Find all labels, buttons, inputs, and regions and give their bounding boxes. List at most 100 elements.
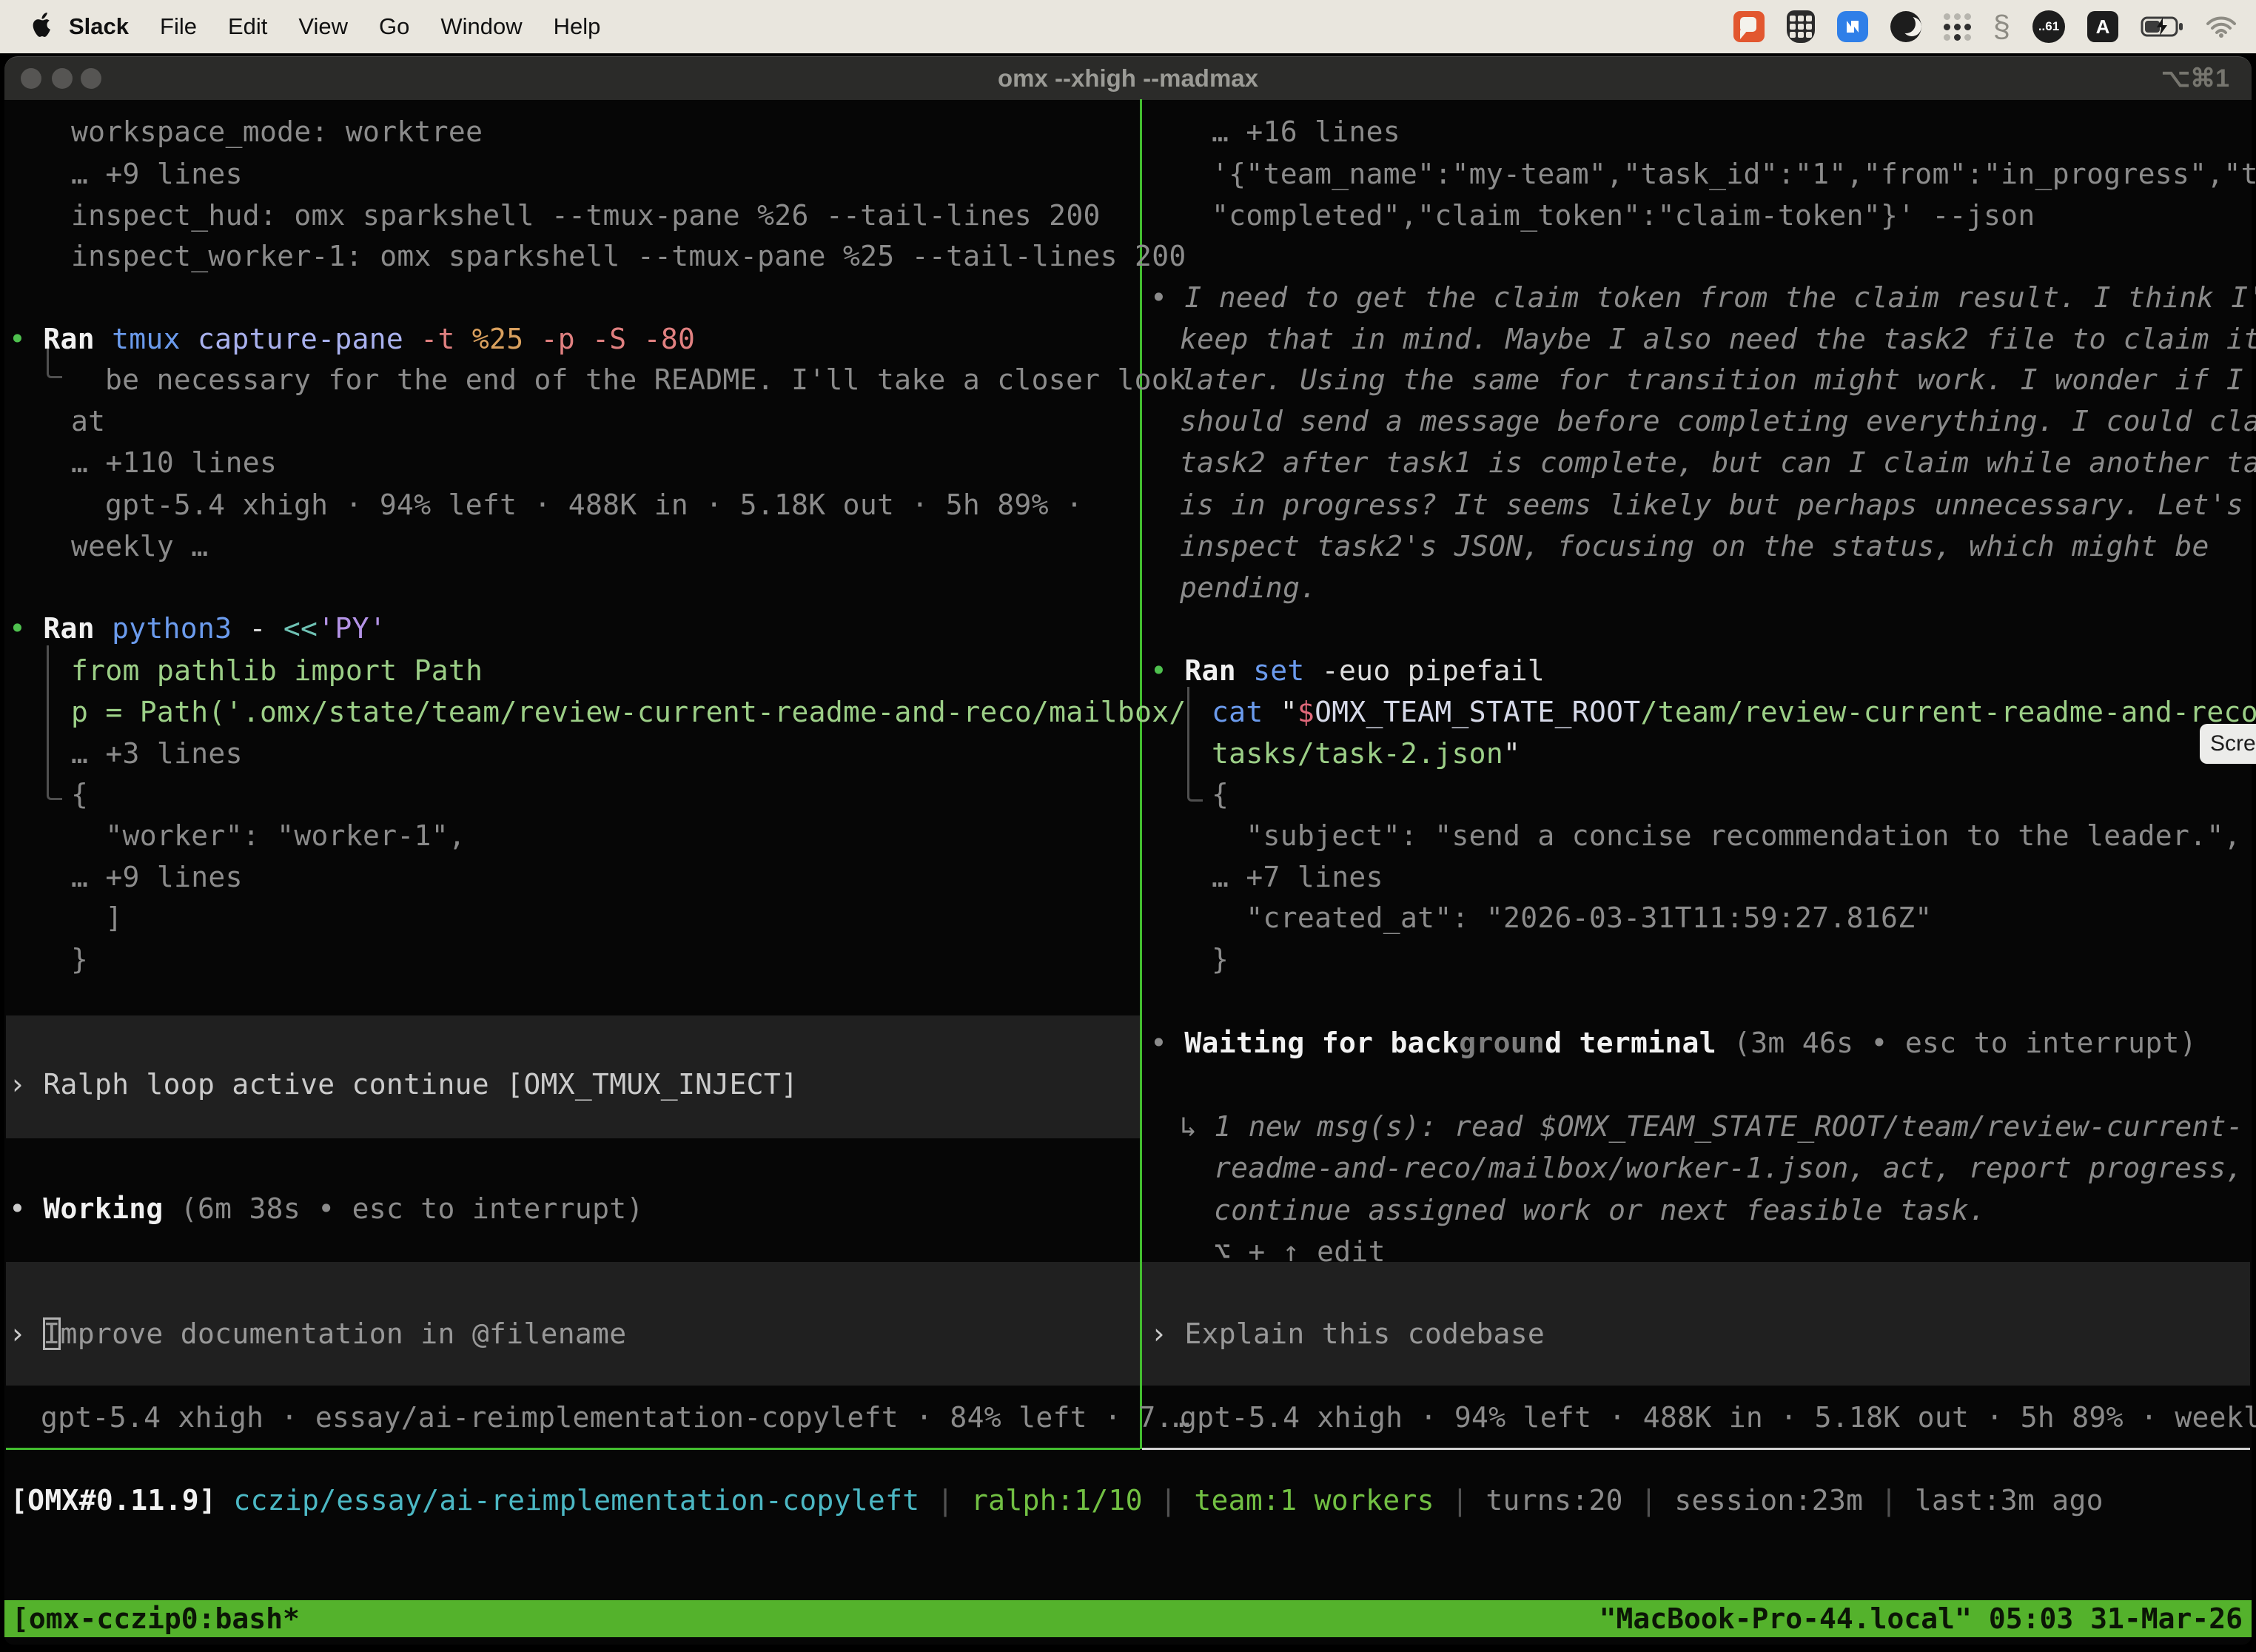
terminal-text-segment: … +7 lines <box>1212 861 1383 893</box>
terminal-text-segment: at <box>71 405 105 437</box>
apple-menu[interactable]: Slack <box>33 13 129 41</box>
shield-grid-icon[interactable] <box>1787 10 1815 43</box>
terminal-text-segment: is in progress? It seems likely but perh… <box>1180 488 2243 521</box>
menu-bar-left: Slack File Edit View Go Window Help <box>0 13 600 41</box>
terminal-text-segment: [OMX#0.11.9] <box>10 1484 216 1517</box>
terminal-text-segment: › <box>1150 1317 1184 1350</box>
terminal-text-segment: Ralph loop active continue [OMX_TMUX_INJ… <box>43 1068 798 1101</box>
terminal-text-segment: gpt-5.4 xhigh · 94% left · 488K in · 5.1… <box>1180 1401 2256 1434</box>
terminal-text-segment: << <box>283 612 318 645</box>
terminal-line: } <box>1212 942 1229 976</box>
terminal-text-segment: | <box>1623 1484 1675 1517</box>
terminal-text-segment: OMX_TEAM_STATE_ROOT <box>1315 696 1640 728</box>
terminal-line: "created_at": "2026-03-31T11:59:27.816Z" <box>1212 901 1932 935</box>
terminal-line: '{"team_name":"my-team","task_id":"1","f… <box>1212 157 2256 191</box>
battery-icon[interactable] <box>2141 16 2183 38</box>
window-titlebar[interactable]: omx --xhigh --madmax ⌥⌘1 <box>4 56 2252 100</box>
terminal-text-segment: • <box>1150 654 1184 687</box>
model-status-left: gpt-5.4 xhigh · essay/ai-reimplementatio… <box>41 1400 1190 1434</box>
terminal-text-segment: groun <box>1459 1027 1545 1059</box>
terminal-text-segment: '{"team_name":"my-team","task_id":"1","f… <box>1212 158 2256 190</box>
terminal-text-segment: - <box>249 612 283 645</box>
terminal-text-segment <box>216 1484 233 1517</box>
terminal-text-segment: task2 after task1 is complete, but can I… <box>1180 446 2256 479</box>
command-ran-set: • Ran set -euo pipefail <box>1150 654 1545 688</box>
terminal-text-segment: should send a message before completing … <box>1180 405 2256 437</box>
terminal-line: continue assigned work or next feasible … <box>1214 1193 1986 1227</box>
terminal-text-segment: Explain this codebase <box>1184 1317 1545 1350</box>
terminal-text-segment: /team/review-current-readme-and-reco/ <box>1640 696 2256 728</box>
chat-app-icon[interactable] <box>1733 11 1765 42</box>
tmux-session-label: [omx-cczip0:bash* <box>4 1602 300 1635</box>
percent-badge-icon[interactable]: ..61 <box>2032 10 2065 43</box>
terminal-line: from pathlib import Path <box>71 654 483 688</box>
terminal-text-segment: Ran <box>1184 654 1253 687</box>
terminal-line: ] <box>71 901 123 935</box>
terminal-text-segment: readme-and-reco/mailbox/worker-1.json, a… <box>1214 1152 2243 1184</box>
terminal-text-segment: ralph:1/10 <box>971 1484 1143 1517</box>
terminal-line: task2 after task1 is complete, but can I… <box>1180 446 2256 480</box>
menu-item-edit[interactable]: Edit <box>228 13 267 40</box>
thinking-text: • I need to get the claim token from the… <box>1150 281 2256 315</box>
waiting-status: • Waiting for background terminal (3m 46… <box>1150 1026 2197 1060</box>
terminal-text-segment: workspace_mode: worktree <box>71 115 483 148</box>
menu-item-go[interactable]: Go <box>379 13 409 40</box>
prompt-placeholder-left: › Improve documentation in @filename <box>9 1317 626 1351</box>
terminal-text-segment: • <box>9 612 43 645</box>
terminal-text-segment: -euo pipefail <box>1322 654 1545 687</box>
terminal-text-segment: turns:20 <box>1485 1484 1622 1517</box>
menu-item-window[interactable]: Window <box>440 13 522 40</box>
crescent-icon[interactable] <box>1890 11 1921 42</box>
menu-item-view[interactable]: View <box>298 13 348 40</box>
command-ran-python3: • Ran python3 - <<'PY' <box>9 611 386 645</box>
model-status-right: gpt-5.4 xhigh · 94% left · 488K in · 5.1… <box>1180 1400 2256 1434</box>
terminal-line: … +7 lines <box>1212 860 1383 894</box>
terminal-text-segment: I need to get the claim token from the c… <box>1184 281 2256 314</box>
terminal-text-segment: Waiting for back <box>1184 1027 1459 1059</box>
tmux-status-bar: [omx-cczip0:bash* "MacBook-Pro-44.local"… <box>4 1600 2252 1637</box>
terminal-text-segment: session:23m <box>1674 1484 1863 1517</box>
prompt-placeholder-right: › Explain this codebase <box>1150 1317 1545 1351</box>
dots-grid-icon[interactable] <box>1944 13 1971 41</box>
terminal-text-segment: { <box>1212 778 1229 810</box>
terminal-text-segment: p = Path('.omx/state/team/review-current… <box>71 696 1186 728</box>
terminal-text-segment: | <box>1863 1484 1915 1517</box>
menu-item-file[interactable]: File <box>160 13 197 40</box>
desktop-screen: { "colors": { "pane_border_active": "#43… <box>0 0 2256 1652</box>
blue-badge-icon[interactable] <box>1837 11 1868 42</box>
input-source-icon[interactable]: A <box>2087 11 2118 42</box>
tmux-pane-divider[interactable] <box>1140 99 1142 1449</box>
terminal-text-segment: 'PY' <box>318 612 386 645</box>
terminal-text-segment: | <box>919 1484 971 1517</box>
s-curve-icon[interactable]: § <box>1993 11 2010 42</box>
terminal-text-segment: (3m 46s • esc to interrupt) <box>1733 1027 2197 1059</box>
terminal-line: workspace_mode: worktree <box>71 115 483 149</box>
terminal-text-segment: " <box>1503 737 1520 770</box>
terminal-text-segment: " <box>1280 696 1297 728</box>
terminal-line: later. Using the same for transition mig… <box>1180 363 2243 397</box>
terminal-text-segment: -80 <box>644 323 696 355</box>
terminal-text-segment: set <box>1253 654 1322 687</box>
terminal-line: … +9 lines <box>71 157 243 191</box>
terminal-text-segment: … +3 lines <box>71 737 243 770</box>
terminal-line: cat "$OMX_TEAM_STATE_ROOT/team/review-cu… <box>1212 695 2256 729</box>
terminal-text-segment: … +9 lines <box>71 861 243 893</box>
working-status: • Working (6m 38s • esc to interrupt) <box>9 1192 644 1226</box>
wifi-icon[interactable] <box>2206 15 2237 38</box>
edit-hint: ⌥ + ↑ edit <box>1214 1235 1386 1269</box>
window-shortcut-hint: ⌥⌘1 <box>2161 57 2229 100</box>
terminal-line: "completed","claim_token":"claim-token"}… <box>1212 198 2035 232</box>
terminal-text-segment: cczip/essay/ai-reimplementation-copyleft <box>233 1484 919 1517</box>
terminal-line: pending. <box>1180 571 1317 605</box>
menu-item-help[interactable]: Help <box>554 13 601 40</box>
terminal-line: keep that in mind. Maybe I also need the… <box>1180 322 2256 356</box>
terminal-text-segment: later. Using the same for transition mig… <box>1180 363 2243 396</box>
tmux-host-clock-label: "MacBook-Pro-44.local" 05:03 31-Mar-26 <box>1599 1602 2252 1635</box>
terminal-text-segment: mprove documentation in @filename <box>61 1317 627 1350</box>
terminal-line: should send a message before completing … <box>1180 404 2256 438</box>
terminal-line: at <box>71 404 105 438</box>
terminal-text-segment: team:1 workers <box>1194 1484 1434 1517</box>
terminal-line: } <box>71 942 88 976</box>
terminal-line: tasks/task-2.json" <box>1212 736 1520 770</box>
terminal-text-segment: I <box>43 1317 60 1350</box>
